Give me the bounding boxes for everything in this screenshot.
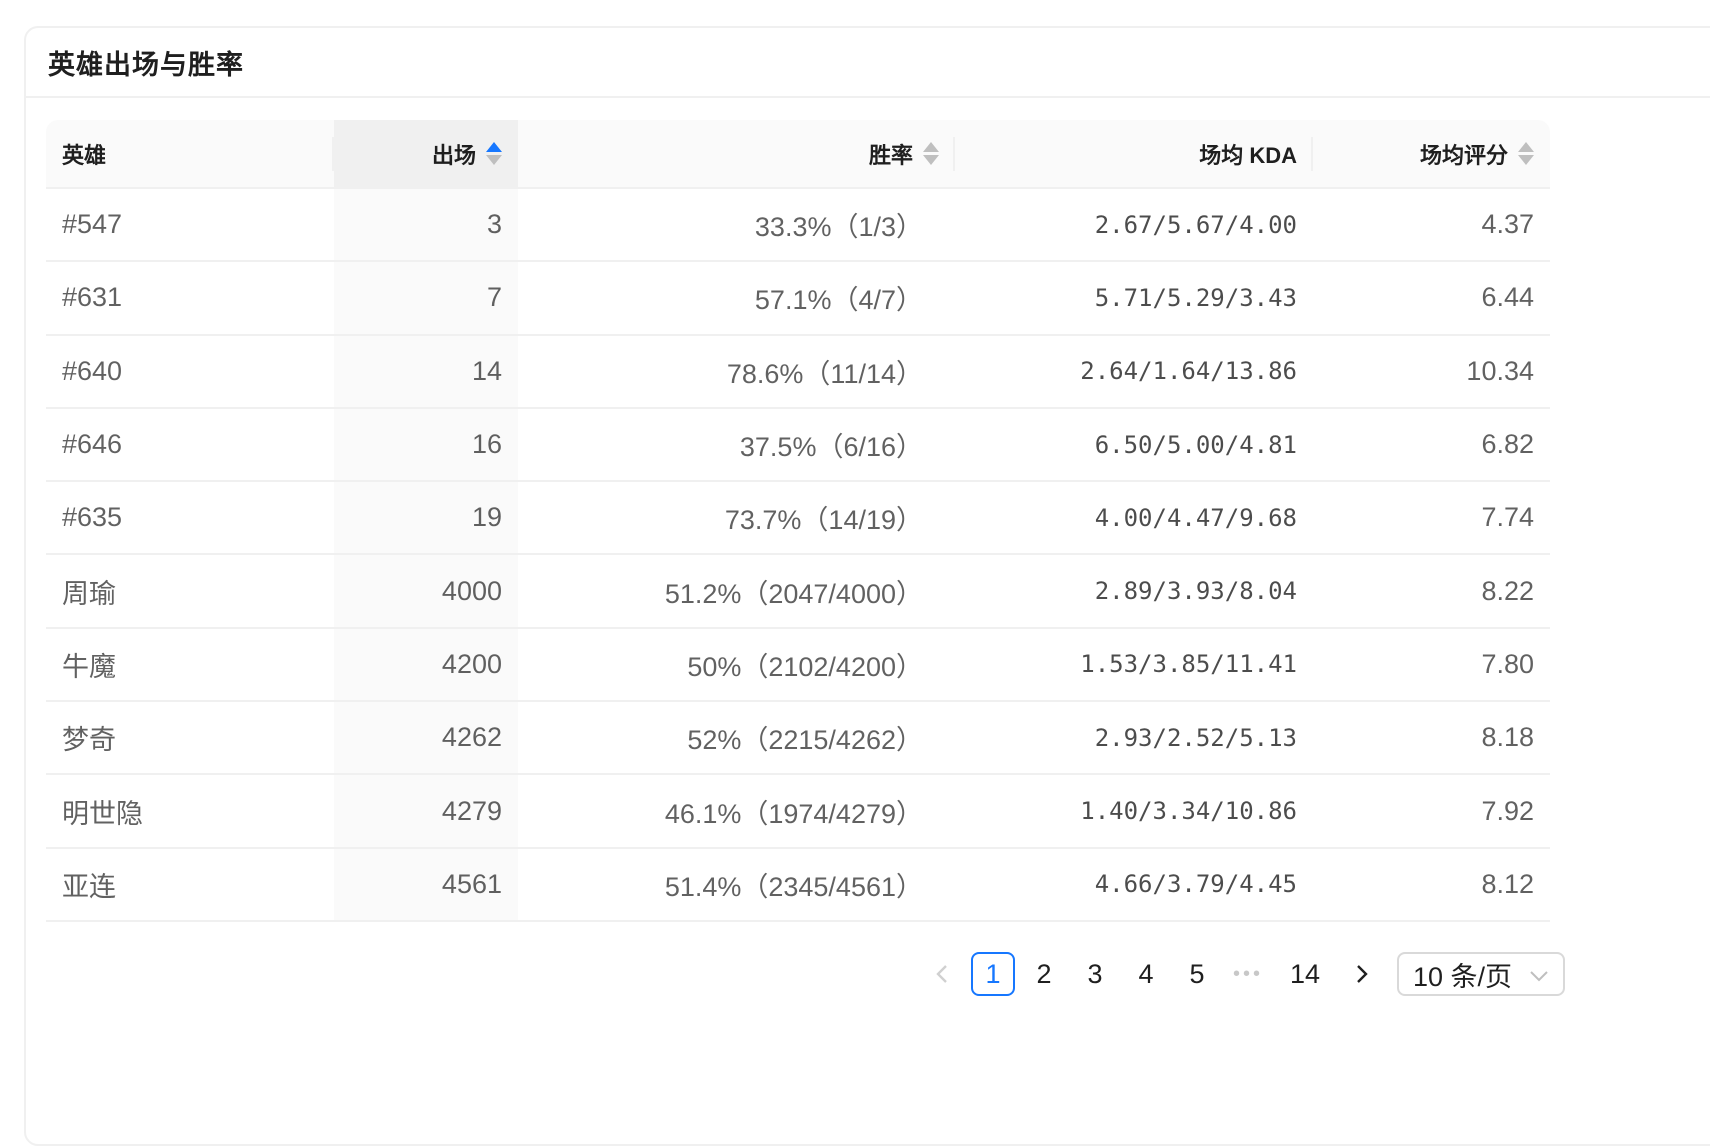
hero-cell: 周瑜 [46, 554, 334, 629]
hero-cell: #646 [46, 407, 334, 483]
sort-icon[interactable] [486, 142, 502, 165]
column-header-kda: 场均 KDA [955, 120, 1313, 189]
column-header-score-label: 场均评分 [1419, 142, 1508, 168]
count-cell: 7 [334, 261, 518, 336]
win-rate-cell: 51.4%（2345/4561） [518, 847, 955, 922]
sort-ascend-icon [1518, 142, 1534, 152]
pagination: 1 2 3 4 5 ••• 14 10 条/页 [26, 950, 1710, 998]
page-button-2[interactable]: 2 [1022, 952, 1066, 996]
kda-cell: 1.40/3.34/10.86 [955, 774, 1313, 849]
count-cell: 4279 [334, 774, 518, 849]
column-header-hero: 英雄 [46, 120, 334, 189]
count-cell: 4200 [334, 627, 518, 703]
card-title: 英雄出场与胜率 [48, 49, 244, 80]
page-button-1[interactable]: 1 [971, 952, 1015, 996]
count-cell: 4262 [334, 701, 518, 776]
count-cell: 4000 [334, 554, 518, 629]
win-rate-cell: 52%（2215/4262） [518, 701, 955, 776]
chevron-right-icon [1354, 963, 1370, 985]
hero-cell: 牛魔 [46, 627, 334, 703]
sort-descend-icon [486, 155, 502, 165]
page-button-last[interactable]: 14 [1277, 952, 1333, 996]
kda-cell: 4.66/3.79/4.45 [955, 847, 1313, 922]
column-header-count-label: 出场 [431, 142, 476, 168]
table-row: 牛魔 4200 50%（2102/4200） 1.53/3.85/11.41 7… [46, 627, 1550, 703]
sort-icon[interactable] [1518, 142, 1534, 165]
chevron-left-icon [934, 963, 950, 985]
count-cell: 19 [334, 481, 518, 556]
table-row: 梦奇 4262 52%（2215/4262） 2.93/2.52/5.13 8.… [46, 701, 1550, 776]
prev-page-button[interactable] [920, 952, 964, 996]
win-rate-cell: 33.3%（1/3） [518, 188, 955, 263]
page-size-select[interactable]: 10 条/页 [1397, 952, 1565, 996]
kda-cell: 6.50/5.00/4.81 [955, 407, 1313, 483]
score-cell: 6.82 [1313, 407, 1550, 483]
score-cell: 6.44 [1313, 261, 1550, 336]
table-row: #631 7 57.1%（4/7） 5.71/5.29/3.43 6.44 [46, 261, 1550, 336]
kda-cell: 1.53/3.85/11.41 [955, 627, 1313, 703]
card-header: 英雄出场与胜率 [26, 28, 1710, 98]
table-row: 周瑜 4000 51.2%（2047/4000） 2.89/3.93/8.04 … [46, 554, 1550, 629]
win-rate-cell: 57.1%（4/7） [518, 261, 955, 336]
count-cell: 4561 [334, 847, 518, 922]
sort-ascend-icon [486, 142, 502, 152]
hero-cell: #631 [46, 261, 334, 336]
score-cell: 8.18 [1313, 701, 1550, 776]
score-cell: 10.34 [1313, 334, 1550, 409]
count-cell: 3 [334, 188, 518, 263]
count-cell: 16 [334, 407, 518, 483]
column-header-hero-label: 英雄 [62, 142, 107, 168]
kda-cell: 2.93/2.52/5.13 [955, 701, 1313, 776]
kda-cell: 5.71/5.29/3.43 [955, 261, 1313, 336]
table-row: #635 19 73.7%（14/19） 4.00/4.47/9.68 7.74 [46, 481, 1550, 556]
column-header-win-rate[interactable]: 胜率 [518, 120, 955, 189]
hero-cell: #635 [46, 481, 334, 556]
page-button-5[interactable]: 5 [1175, 952, 1219, 996]
sort-descend-icon [1518, 155, 1534, 165]
column-header-score[interactable]: 场均评分 [1313, 120, 1550, 189]
table-row: #646 16 37.5%（6/16） 6.50/5.00/4.81 6.82 [46, 407, 1550, 483]
hero-cell: #547 [46, 188, 334, 263]
score-cell: 7.80 [1313, 627, 1550, 703]
table-row: 亚连 4561 51.4%（2345/4561） 4.66/3.79/4.45 … [46, 847, 1550, 922]
win-rate-cell: 46.1%（1974/4279） [518, 774, 955, 849]
win-rate-cell: 37.5%（6/16） [518, 407, 955, 483]
count-cell: 14 [334, 334, 518, 409]
score-cell: 7.74 [1313, 481, 1550, 556]
page-size-value: 10 条/页 [1413, 961, 1513, 992]
column-header-count[interactable]: 出场 [334, 120, 518, 189]
next-page-button[interactable] [1340, 952, 1384, 996]
page-button-4[interactable]: 4 [1124, 952, 1168, 996]
column-header-win-rate-label: 胜率 [868, 142, 913, 168]
kda-cell: 2.89/3.93/8.04 [955, 554, 1313, 629]
hero-cell: 亚连 [46, 847, 334, 922]
kda-cell: 2.64/1.64/13.86 [955, 334, 1313, 409]
hero-cell: 梦奇 [46, 701, 334, 776]
page-button-3[interactable]: 3 [1073, 952, 1117, 996]
kda-cell: 4.00/4.47/9.68 [955, 481, 1313, 556]
win-rate-cell: 50%（2102/4200） [518, 627, 955, 703]
hero-stats-table: 英雄 出场 胜率 场均 KDA 场均评分 #547 3 33.3%（1/3） 2… [46, 120, 1550, 922]
hero-cell: #640 [46, 334, 334, 409]
table-row: #547 3 33.3%（1/3） 2.67/5.67/4.00 4.37 [46, 188, 1550, 263]
score-cell: 8.22 [1313, 554, 1550, 629]
jump-next-ellipsis[interactable]: ••• [1226, 952, 1270, 996]
column-header-kda-label: 场均 KDA [1199, 142, 1297, 168]
table-row: 明世隐 4279 46.1%（1974/4279） 1.40/3.34/10.8… [46, 774, 1550, 849]
win-rate-cell: 51.2%（2047/4000） [518, 554, 955, 629]
win-rate-cell: 78.6%（11/14） [518, 334, 955, 409]
score-cell: 4.37 [1313, 188, 1550, 263]
sort-descend-icon [923, 155, 939, 165]
chevron-down-icon [1529, 959, 1549, 990]
score-cell: 8.12 [1313, 847, 1550, 922]
kda-cell: 2.67/5.67/4.00 [955, 188, 1313, 263]
sort-ascend-icon [923, 142, 939, 152]
win-rate-cell: 73.7%（14/19） [518, 481, 955, 556]
sort-icon[interactable] [923, 142, 939, 165]
hero-stats-card: 英雄出场与胜率 英雄 出场 胜率 场均 KDA 场均评分 #547 3 33.3… [24, 26, 1710, 1146]
hero-cell: 明世隐 [46, 774, 334, 849]
table-header-row: 英雄 出场 胜率 场均 KDA 场均评分 [46, 120, 1550, 189]
score-cell: 7.92 [1313, 774, 1550, 849]
table-row: #640 14 78.6%（11/14） 2.64/1.64/13.86 10.… [46, 334, 1550, 409]
